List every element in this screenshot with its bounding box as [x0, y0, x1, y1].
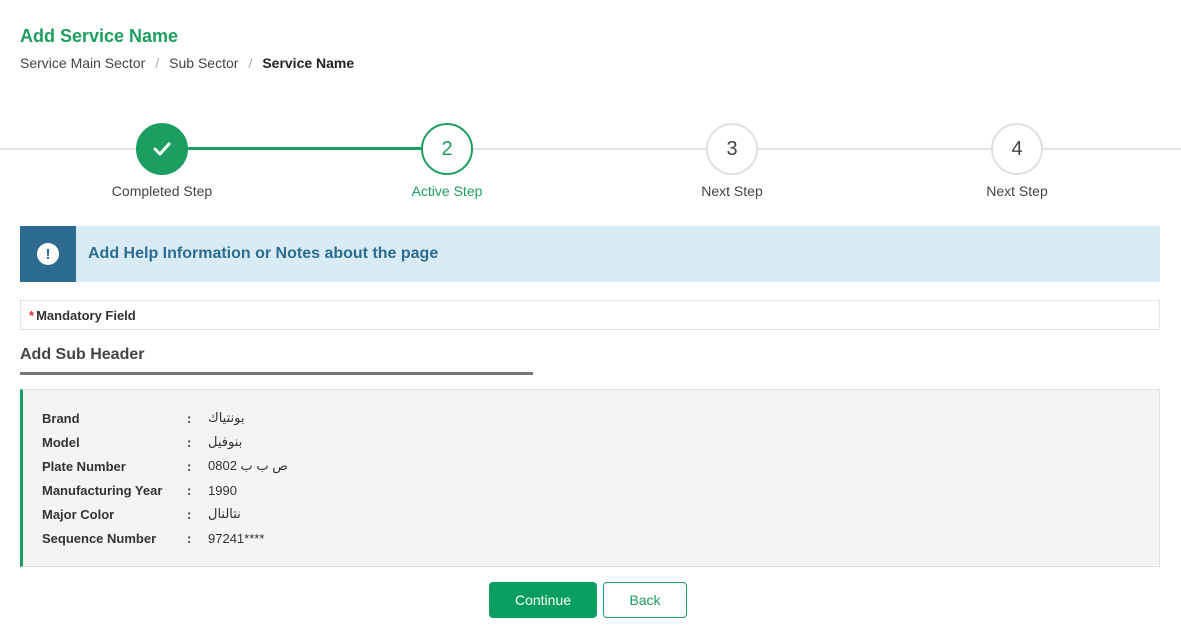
mandatory-field-note: * Mandatory Field — [20, 300, 1160, 330]
step-1[interactable]: Completed Step — [77, 123, 247, 199]
detail-label: Manufacturing Year — [42, 482, 163, 498]
check-icon — [153, 142, 171, 156]
detail-label: Brand — [42, 410, 80, 426]
detail-value: 97241**** — [208, 530, 265, 546]
back-button[interactable]: Back — [603, 582, 687, 618]
step-number: 3 — [706, 123, 758, 175]
mandatory-label: Mandatory Field — [36, 308, 136, 323]
detail-label: Sequence Number — [42, 530, 157, 546]
detail-label: Model — [42, 434, 80, 450]
help-text: Add Help Information or Notes about the … — [88, 245, 439, 262]
detail-separator: : — [187, 410, 192, 426]
detail-row-model: Model : بنوفيل — [42, 430, 1159, 454]
step-label: Next Step — [986, 183, 1048, 199]
detail-separator: : — [187, 458, 192, 474]
step-label: Completed Step — [111, 183, 213, 199]
breadcrumb-separator: / — [155, 55, 160, 71]
detail-value: 1990 — [208, 482, 237, 498]
detail-label: Major Color — [42, 506, 115, 522]
step-4[interactable]: 4 Next Step — [932, 123, 1102, 199]
detail-value: ص ب ب 0802 — [208, 458, 288, 473]
detail-separator: : — [187, 530, 192, 546]
breadcrumb-item-main-sector[interactable]: Service Main Sector — [20, 55, 145, 71]
step-3[interactable]: 3 Next Step — [647, 123, 817, 199]
breadcrumb-separator: / — [248, 55, 253, 71]
step-label: Next Step — [701, 183, 763, 199]
sub-header: Add Sub Header — [20, 346, 533, 375]
continue-button[interactable]: Continue — [489, 582, 597, 618]
progress-stepper: Completed Step 2 Active Step 3 Next Step… — [0, 118, 1181, 208]
step-2[interactable]: 2 Active Step — [362, 123, 532, 199]
exclamation-icon: ! — [37, 243, 59, 265]
detail-row-major-color: Major Color : نتالنال — [42, 502, 1159, 526]
step-circle-completed — [136, 123, 188, 175]
step-number: 2 — [421, 123, 473, 175]
breadcrumb: Service Main Sector / Sub Sector / Servi… — [20, 55, 354, 71]
form-actions: Continue Back — [489, 582, 687, 618]
detail-row-plate-number: Plate Number : ص ب ب 0802 — [42, 454, 1159, 478]
detail-value: نتالنال — [208, 506, 241, 521]
breadcrumb-item-sub-sector[interactable]: Sub Sector — [169, 55, 238, 71]
breadcrumb-item-current: Service Name — [262, 55, 355, 71]
help-icon-area: ! — [20, 226, 76, 282]
page-title: Add Service Name — [20, 26, 179, 46]
detail-separator: : — [187, 482, 192, 498]
detail-value: بنوفيل — [208, 434, 243, 449]
step-number: 4 — [991, 123, 1043, 175]
detail-row-sequence-number: Sequence Number : 97241**** — [42, 526, 1159, 550]
detail-separator: : — [187, 506, 192, 522]
required-asterisk: * — [29, 308, 35, 323]
detail-row-brand: Brand : بونتياك — [42, 406, 1159, 430]
detail-separator: : — [187, 434, 192, 450]
details-panel: Brand : بونتياك Model : بنوفيل Plate Num… — [20, 389, 1160, 567]
detail-label: Plate Number — [42, 458, 126, 474]
detail-value: بونتياك — [208, 410, 245, 425]
detail-row-manufacturing-year: Manufacturing Year : 1990 — [42, 478, 1159, 502]
help-notice: ! Add Help Information or Notes about th… — [20, 226, 1160, 282]
step-label: Active Step — [411, 183, 483, 199]
